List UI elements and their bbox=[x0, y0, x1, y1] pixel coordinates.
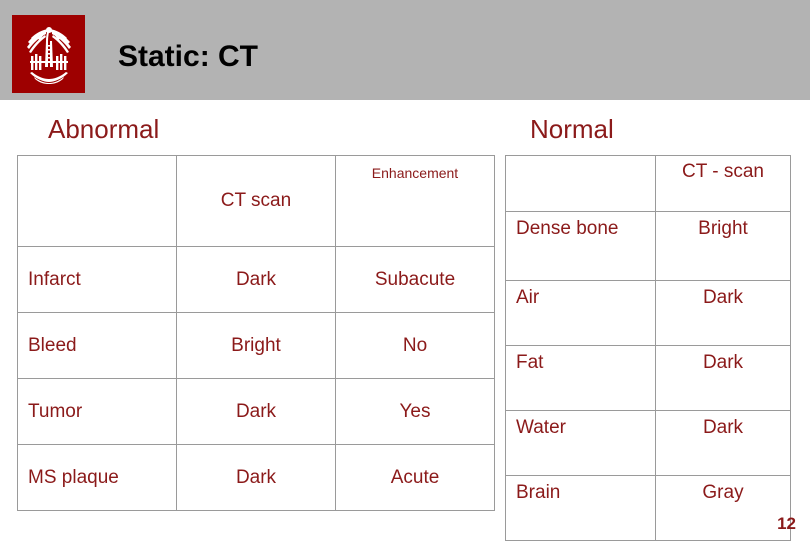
table-row: Tumor Dark Yes bbox=[17, 378, 495, 445]
row-label-brain: Brain bbox=[505, 475, 656, 541]
cell-air-ct-scan: Dark bbox=[655, 280, 791, 346]
cell-brain-ct-scan: Gray bbox=[655, 475, 791, 541]
cell-dense-bone-ct-scan: Bright bbox=[655, 211, 791, 281]
page-number: 12 bbox=[777, 514, 796, 533]
table-row: Air Dark bbox=[505, 280, 791, 346]
table-row: Dense bone Bright bbox=[505, 211, 791, 281]
row-label-ms-plaque: MS plaque bbox=[17, 444, 177, 511]
abnormal-table: CT scan Enhancement Infarct Dark Subacut… bbox=[17, 155, 495, 511]
slide-header-band: Static: CT bbox=[0, 0, 810, 100]
cell-infarct-ct-scan: Dark bbox=[176, 246, 336, 313]
cell-ms-plaque-ct-scan: Dark bbox=[176, 444, 336, 511]
header-cell-ct-scan: CT scan bbox=[176, 155, 336, 247]
cell-fat-ct-scan: Dark bbox=[655, 345, 791, 411]
row-label-air: Air bbox=[505, 280, 656, 346]
table-header-row: CT scan Enhancement bbox=[17, 155, 495, 247]
cell-tumor-ct-scan: Dark bbox=[176, 378, 336, 445]
header-cell-blank bbox=[505, 155, 656, 212]
cell-ms-plaque-enhancement: Acute bbox=[335, 444, 495, 511]
row-label-fat: Fat bbox=[505, 345, 656, 411]
heading-normal: Normal bbox=[530, 114, 614, 144]
header-cell-enhancement: Enhancement bbox=[335, 155, 495, 247]
normal-table: CT - scan Dense bone Bright Air Dark Fat… bbox=[505, 155, 791, 541]
table-row: Brain Gray bbox=[505, 475, 791, 541]
table-header-row: CT - scan bbox=[505, 155, 791, 212]
heading-abnormal: Abnormal bbox=[48, 114, 160, 144]
cell-bleed-ct-scan: Bright bbox=[176, 312, 336, 379]
table-row: Infarct Dark Subacute bbox=[17, 246, 495, 313]
slide-title: Static: CT bbox=[118, 40, 259, 73]
row-label-infarct: Infarct bbox=[17, 246, 177, 313]
cell-infarct-enhancement: Subacute bbox=[335, 246, 495, 313]
header-cell-ct-scan: CT - scan bbox=[655, 155, 791, 212]
header-cell-blank bbox=[17, 155, 177, 247]
row-label-tumor: Tumor bbox=[17, 378, 177, 445]
cell-bleed-enhancement: No bbox=[335, 312, 495, 379]
row-label-dense-bone: Dense bone bbox=[505, 211, 656, 281]
table-row: Water Dark bbox=[505, 410, 791, 476]
table-row: Fat Dark bbox=[505, 345, 791, 411]
cell-tumor-enhancement: Yes bbox=[335, 378, 495, 445]
cell-water-ct-scan: Dark bbox=[655, 410, 791, 476]
table-row: Bleed Bright No bbox=[17, 312, 495, 379]
palmetto-tree-icon bbox=[26, 27, 71, 84]
table-row: MS plaque Dark Acute bbox=[17, 444, 495, 511]
university-logo bbox=[12, 15, 85, 93]
row-label-water: Water bbox=[505, 410, 656, 476]
row-label-bleed: Bleed bbox=[17, 312, 177, 379]
